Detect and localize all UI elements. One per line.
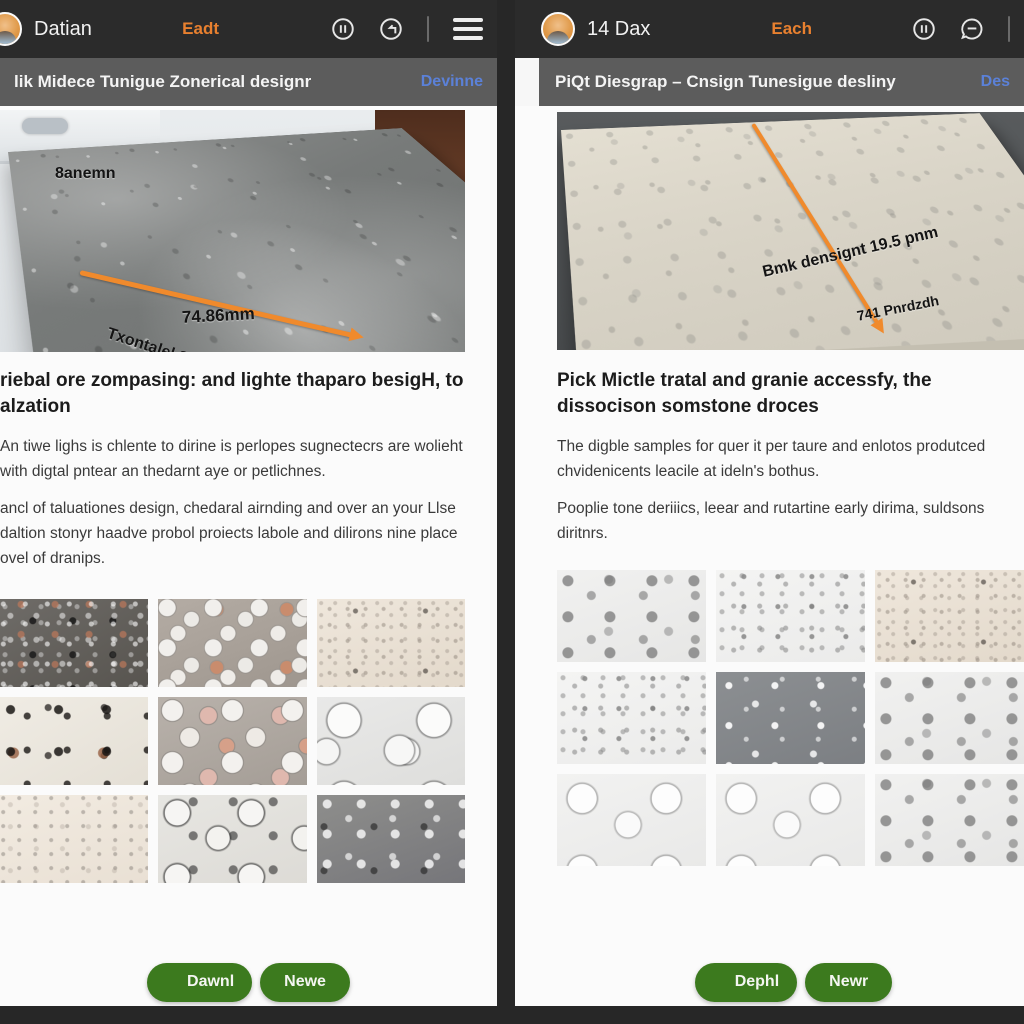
chat-minus-icon[interactable] (958, 15, 986, 43)
left-subbar-link[interactable]: Devinne (421, 73, 483, 91)
left-hero-figure[interactable]: 8anemn 74.86mm Txontalel 389 mm (0, 110, 465, 352)
sample-thumb[interactable] (0, 795, 149, 883)
left-article-heading: riebal ore zompasing: and lighte thaparo… (0, 370, 464, 417)
right-sample-grid (539, 566, 1024, 866)
left-sample-grid (0, 591, 497, 883)
right-content-scroll[interactable]: Bmk densignt 19.5 pnm 741 Pnrdzdh Pick M… (515, 106, 1024, 1024)
right-secondary-button[interactable]: Newr (805, 963, 893, 1002)
sample-thumb[interactable] (316, 795, 465, 883)
menu-hamburger-icon[interactable] (453, 18, 483, 40)
right-article-paragraph-2: Pooplie tone deriiics, leear and rutarti… (557, 500, 985, 542)
left-article-paragraph-1: An tiwe lighs is chlente to dirine is pe… (0, 438, 463, 480)
left-secondary-button[interactable]: Newe (260, 963, 350, 1002)
right-appbar: 14 Dax Each (515, 0, 1024, 58)
right-subbar-link[interactable]: Des (981, 73, 1010, 91)
sample-thumb[interactable] (557, 570, 706, 662)
sample-thumb[interactable] (557, 672, 706, 764)
sample-thumb[interactable] (557, 774, 706, 866)
left-app-panel: Datian Eadt lik Midece Tunigue Zonerical… (0, 0, 497, 1024)
left-article: riebal ore zompasing: and lighte thaparo… (0, 352, 497, 591)
left-footer-actions: Dawnl Newe (0, 945, 497, 1024)
right-primary-button[interactable]: Dephl (694, 963, 798, 1002)
left-article-paragraph-2: ancl of taluationes design, chedaral air… (0, 500, 458, 567)
appbar-divider (427, 16, 429, 42)
right-article: Pick Mictle tratal and granie accessfy, … (539, 350, 1024, 566)
right-hero-figure[interactable]: Bmk densignt 19.5 pnm 741 Pnrdzdh (557, 112, 1024, 350)
sample-thumb[interactable] (316, 599, 465, 687)
panel-divider (497, 0, 515, 1024)
right-footer-actions: Dephl Newr (539, 945, 1024, 1024)
sample-thumb[interactable] (316, 697, 465, 785)
sample-thumb[interactable] (158, 697, 307, 785)
pause-circle-icon[interactable] (329, 15, 357, 43)
dual-panel-screenshot: Datian Eadt lik Midece Tunigue Zonerical… (0, 0, 1024, 1024)
right-subbar-title: PiQt Diesgrap – Cnsign Tunesigue desliny (555, 72, 896, 91)
user-avatar-icon[interactable] (541, 12, 575, 46)
user-avatar-icon[interactable] (0, 12, 22, 46)
sample-thumb[interactable] (875, 774, 1024, 866)
left-subbar-title: lik Midece Tunigue Zonerical designr (14, 72, 312, 91)
sample-thumb[interactable] (875, 672, 1024, 764)
right-appbar-title: 14 Dax (587, 17, 651, 40)
right-app-panel: 14 Dax Each PiQt Diesgrap – Cnsign Tunes… (515, 0, 1024, 1024)
sample-thumb[interactable] (716, 570, 865, 662)
sample-thumb[interactable] (716, 774, 865, 866)
sample-thumb[interactable] (0, 599, 149, 687)
right-article-heading: Pick Mictle tratal and granie accessfy, … (557, 370, 932, 417)
sample-thumb[interactable] (0, 697, 149, 785)
appbar-divider (1008, 16, 1010, 42)
left-edit-action[interactable]: Eadt (182, 19, 219, 39)
sample-thumb[interactable] (158, 599, 307, 687)
limestone-tile-on-table-photo (557, 112, 1024, 350)
right-article-paragraph-1: The digble samples for quer it per taure… (557, 438, 986, 480)
measure-label-length: 74.86mm (181, 304, 256, 327)
history-reply-icon[interactable] (377, 15, 405, 43)
sample-thumb[interactable] (158, 795, 307, 883)
sample-thumb[interactable] (875, 570, 1024, 662)
right-subbar: PiQt Diesgrap – Cnsign Tunesigue desliny… (539, 58, 1024, 106)
measure-label-thickness: 8anemn (55, 165, 116, 182)
left-appbar-title: Datian (34, 17, 92, 40)
left-content-scroll[interactable]: 8anemn 74.86mm Txontalel 389 mm riebal o… (0, 106, 497, 1024)
pause-circle-icon[interactable] (910, 15, 938, 43)
right-each-action[interactable]: Each (771, 19, 812, 39)
sample-thumb[interactable] (716, 672, 865, 764)
left-appbar: Datian Eadt (0, 0, 497, 58)
left-subbar: lik Midece Tunigue Zonerical designr Dev… (0, 58, 497, 106)
left-primary-button[interactable]: Dawnl (147, 963, 253, 1002)
